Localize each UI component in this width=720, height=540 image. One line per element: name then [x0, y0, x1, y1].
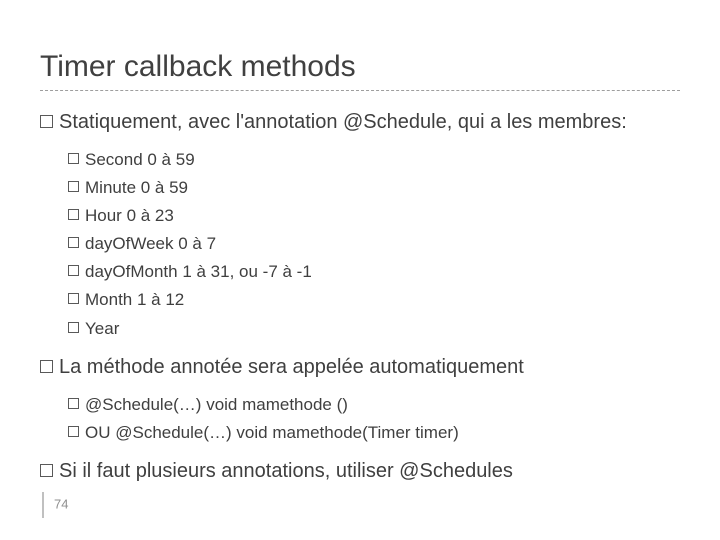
bullet-icon: [40, 115, 53, 128]
bullet-group-3: Si il faut plusieurs annotations, utilis…: [40, 458, 680, 484]
sub-second: Second 0 à 59: [68, 149, 680, 171]
bullet-group-2: La méthode annotée sera appelée automati…: [40, 354, 680, 444]
bullet-icon: [40, 464, 53, 477]
bullet-icon: [68, 181, 79, 192]
bullet-icon: [68, 237, 79, 248]
sub-dayofweek: dayOfWeek 0 à 7: [68, 233, 680, 255]
sub-text: Second 0 à 59: [85, 150, 195, 169]
bullet-icon: [68, 426, 79, 437]
bullet-text: Si il faut plusieurs annotations, utilis…: [59, 460, 513, 482]
page-title: Timer callback methods: [40, 50, 680, 84]
bullet-icon: [68, 293, 79, 304]
slide: Timer callback methods Statiquement, ave…: [0, 0, 720, 484]
sub-text: OU @Schedule(…) void mamethode(Timer tim…: [85, 423, 459, 442]
sub-text: Year: [85, 319, 119, 338]
bullet-si-plusieurs: Si il faut plusieurs annotations, utilis…: [40, 458, 680, 484]
sub-text: Hour 0 à 23: [85, 206, 174, 225]
sub-text: Minute 0 à 59: [85, 178, 188, 197]
bullet-icon: [68, 153, 79, 164]
sub-minute: Minute 0 à 59: [68, 177, 680, 199]
bullet-icon: [68, 322, 79, 333]
sub-schedule-timer: OU @Schedule(…) void mamethode(Timer tim…: [68, 422, 680, 444]
sub-month: Month 1 à 12: [68, 289, 680, 311]
sub-text: @Schedule(…) void mamethode (): [85, 395, 348, 414]
bullet-icon: [68, 398, 79, 409]
sub-schedule-void: @Schedule(…) void mamethode (): [68, 394, 680, 416]
bullet-icon: [68, 209, 79, 220]
bullet-la-methode: La méthode annotée sera appelée automati…: [40, 354, 680, 380]
sub-hour: Hour 0 à 23: [68, 205, 680, 227]
bullet-statiquement: Statiquement, avec l'annotation @Schedul…: [40, 109, 680, 135]
sub-text: dayOfWeek 0 à 7: [85, 234, 216, 253]
bullet-text: Statiquement, avec l'annotation @Schedul…: [59, 111, 627, 133]
bullet-text: La méthode annotée sera appelée automati…: [59, 356, 524, 378]
bullet-icon: [40, 360, 53, 373]
page-number-text: 74: [54, 496, 68, 511]
sub-dayofmonth: dayOfMonth 1 à 31, ou -7 à -1: [68, 261, 680, 283]
bullet-group-1: Statiquement, avec l'annotation @Schedul…: [40, 109, 680, 340]
sub-text: Month 1 à 12: [85, 290, 184, 309]
bullet-icon: [68, 265, 79, 276]
title-divider: [40, 90, 680, 91]
sub-year: Year: [68, 318, 680, 340]
sub-text: dayOfMonth 1 à 31, ou -7 à -1: [85, 262, 312, 281]
page-number: 74: [42, 492, 68, 518]
